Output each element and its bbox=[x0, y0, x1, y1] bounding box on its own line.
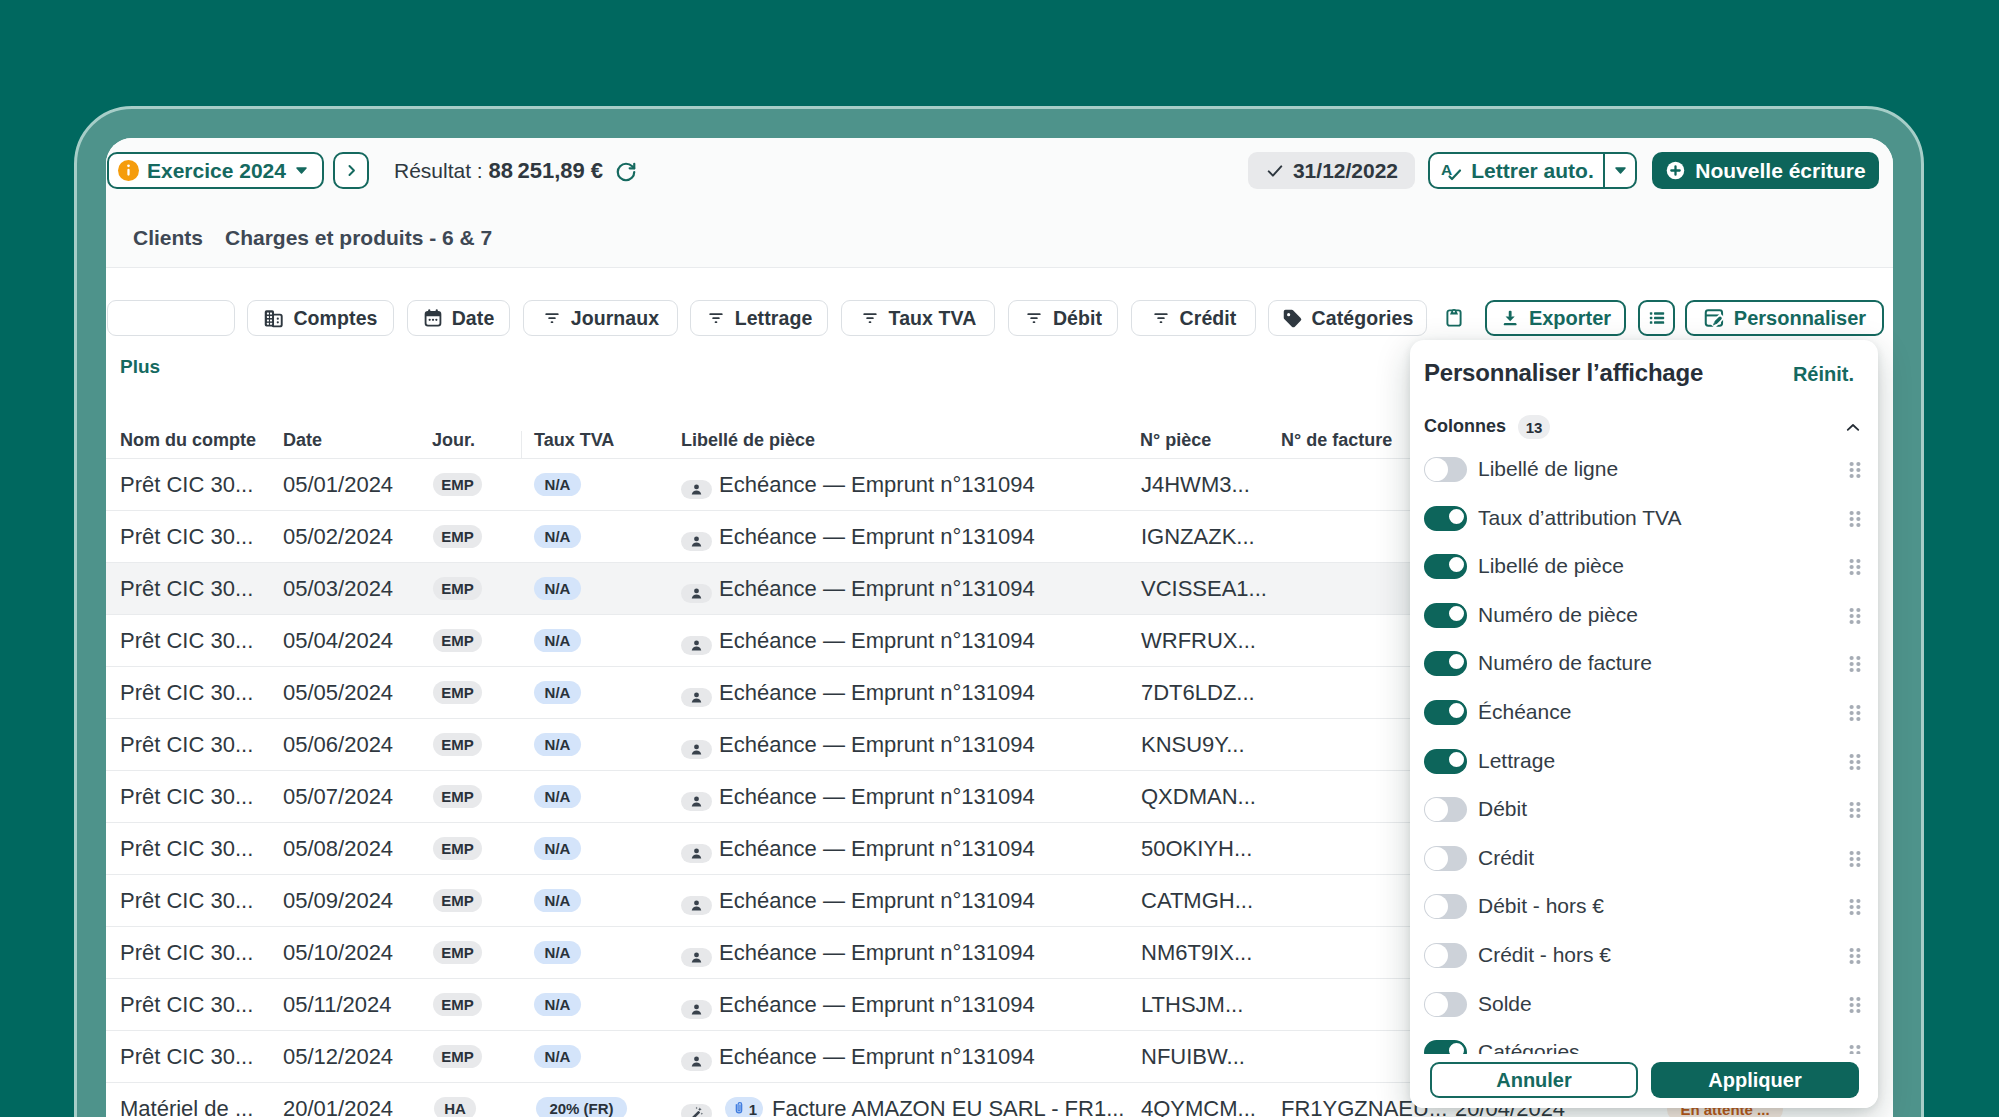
svg-text:A: A bbox=[1441, 161, 1452, 178]
